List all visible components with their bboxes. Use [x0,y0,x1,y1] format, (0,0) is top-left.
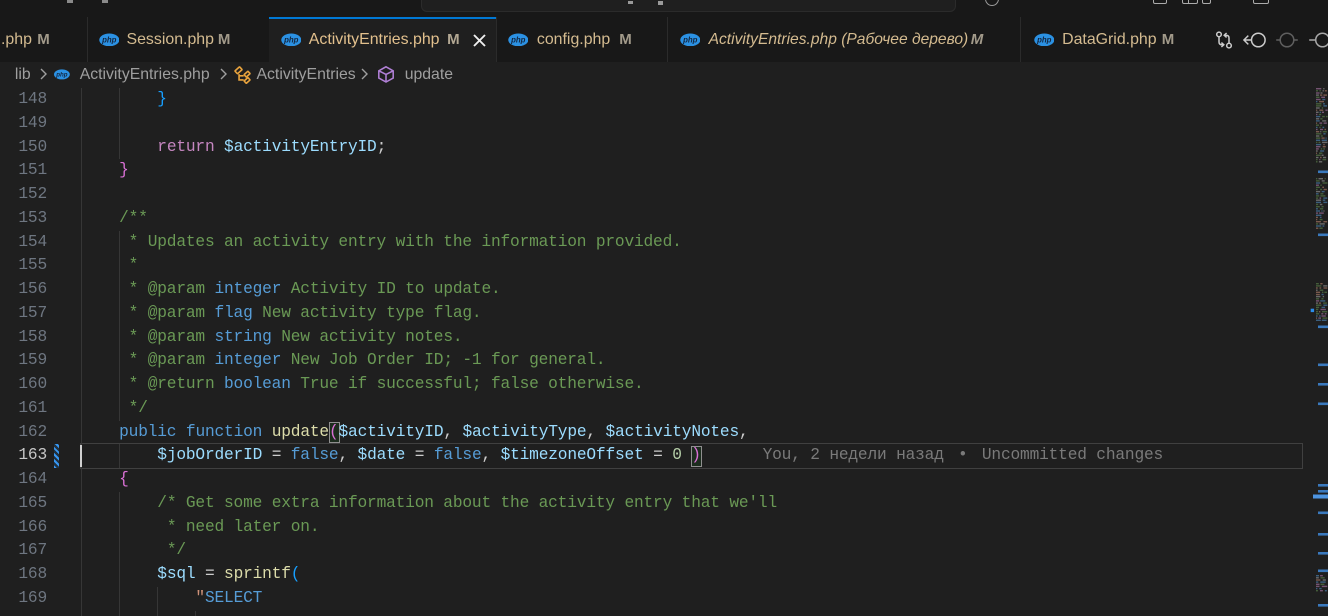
svg-text:php: php [682,35,698,44]
svg-text:php: php [55,71,68,78]
svg-text:php: php [101,35,117,44]
svg-text:php: php [510,35,526,44]
svg-text:php: php [283,35,299,44]
svg-text:php: php [1036,35,1052,44]
